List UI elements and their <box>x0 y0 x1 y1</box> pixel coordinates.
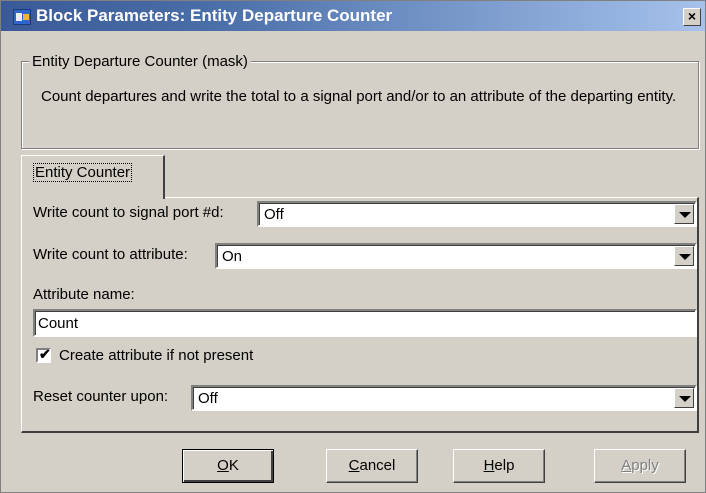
chevron-down-icon[interactable] <box>674 246 694 266</box>
chevron-down-icon[interactable] <box>674 204 694 224</box>
cancel-button[interactable]: Cancel <box>326 449 418 483</box>
mask-group-legend: Entity Departure Counter (mask) <box>29 53 251 70</box>
signal-port-dropdown[interactable]: Off <box>257 201 697 227</box>
help-button[interactable]: Help <box>453 449 545 483</box>
tab-entity-counter[interactable]: Entity Counter <box>21 155 165 199</box>
tab-label: Entity Counter <box>32 163 133 182</box>
attribute-value: On <box>222 248 243 265</box>
create-attribute-checkbox[interactable]: ✔ <box>36 346 51 363</box>
reset-counter-label: Reset counter upon: <box>33 388 169 405</box>
mask-description: Count departures and write the total to … <box>41 88 677 105</box>
signal-port-value: Off <box>264 206 284 223</box>
ok-label-rest: K <box>228 457 239 474</box>
window-title: Block Parameters: Entity Departure Count… <box>36 6 393 25</box>
simulink-block-icon <box>13 9 31 25</box>
title-bar[interactable]: Block Parameters: Entity Departure Count… <box>1 1 705 31</box>
close-button[interactable]: × <box>683 8 701 26</box>
help-mnemonic: H <box>483 457 495 474</box>
help-label-rest: elp <box>494 457 515 474</box>
reset-counter-value: Off <box>198 390 218 407</box>
signal-port-label: Write count to signal port #d: <box>33 204 224 221</box>
ok-mnemonic: O <box>217 457 229 474</box>
attribute-label: Write count to attribute: <box>33 246 188 263</box>
create-attribute-label[interactable]: Create attribute if not present <box>59 347 253 364</box>
attribute-name-value: Count <box>38 315 79 332</box>
chevron-down-icon[interactable] <box>674 388 694 408</box>
cancel-mnemonic: C <box>348 457 360 474</box>
apply-label-rest: pply <box>631 457 659 474</box>
attribute-name-label: Attribute name: <box>33 286 135 303</box>
attribute-dropdown[interactable]: On <box>215 243 697 269</box>
ok-button[interactable]: OK <box>182 449 274 483</box>
checkmark-icon: ✔ <box>39 346 51 362</box>
attribute-name-input[interactable]: Count <box>33 309 697 337</box>
cancel-label-rest: ancel <box>359 457 396 474</box>
dialog-window: Block Parameters: Entity Departure Count… <box>0 0 706 493</box>
apply-button[interactable]: Apply <box>594 449 686 483</box>
apply-mnemonic: A <box>621 457 632 474</box>
reset-counter-dropdown[interactable]: Off <box>191 385 697 411</box>
